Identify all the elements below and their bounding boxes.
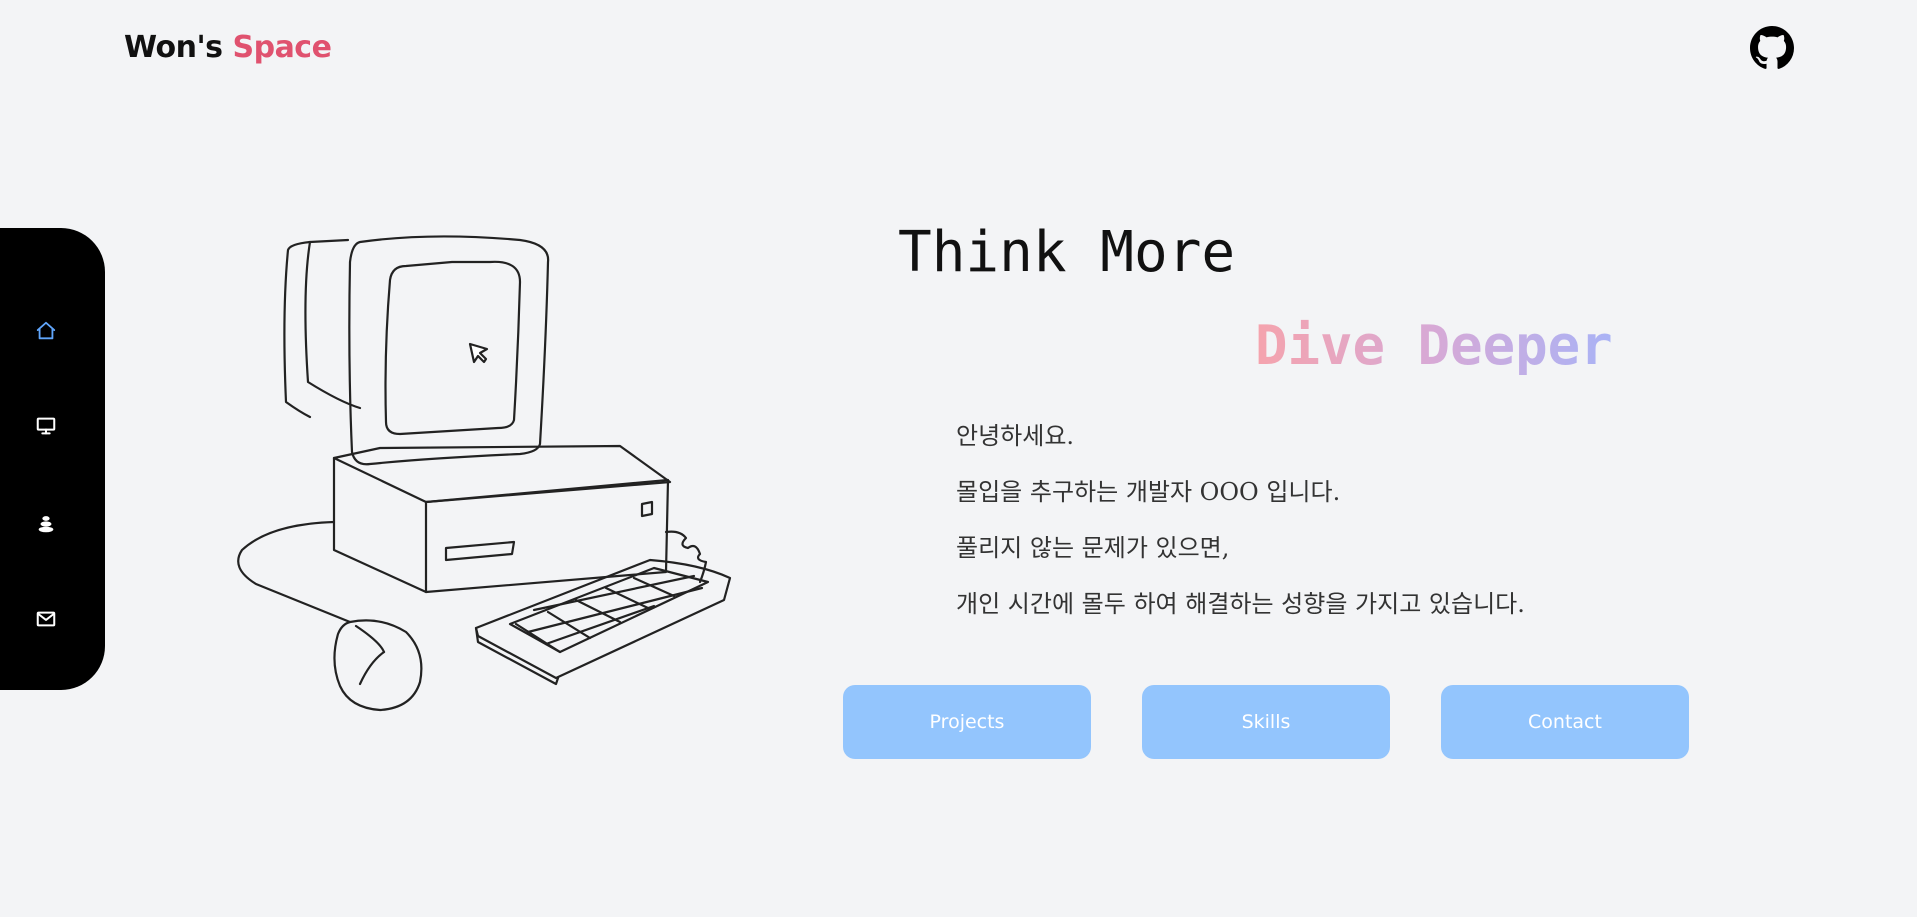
projects-button[interactable]: Projects <box>843 685 1091 759</box>
stack-icon <box>35 513 57 535</box>
github-link[interactable] <box>1750 26 1794 70</box>
skills-button[interactable]: Skills <box>1142 685 1390 759</box>
page: Won's Space Think More Dive Deeper 안녕하세요… <box>0 0 1917 917</box>
home-icon <box>35 320 57 342</box>
monitor-icon <box>35 415 57 437</box>
intro-line: 풀리지 않는 문제가 있으면, <box>956 534 1230 562</box>
sidebar-item-projects[interactable] <box>30 410 62 442</box>
sidebar-nav <box>0 228 105 690</box>
sidebar-item-contact[interactable] <box>30 603 62 635</box>
hero-title: Think More <box>898 220 1236 285</box>
logo-name: Won's <box>124 30 223 65</box>
logo-accent: Space <box>232 30 332 65</box>
sidebar-item-home[interactable] <box>30 315 62 347</box>
retro-computer-illustration <box>230 232 770 712</box>
github-icon <box>1750 26 1794 70</box>
mail-icon <box>35 608 57 630</box>
intro-line: 몰입을 추구하는 개발자 OOO 입니다. <box>956 478 1341 506</box>
contact-button[interactable]: Contact <box>1441 685 1689 759</box>
sidebar-item-skills[interactable] <box>30 508 62 540</box>
site-logo[interactable]: Won's Space <box>124 30 332 65</box>
hero-subtitle: Dive Deeper <box>1255 314 1613 377</box>
intro-line: 안녕하세요. <box>956 422 1075 450</box>
intro-line: 개인 시간에 몰두 하여 해결하는 성향을 가지고 있습니다. <box>956 590 1525 618</box>
intro-text: 안녕하세요. 몰입을 추구하는 개발자 OOO 입니다. 풀리지 않는 문제가 … <box>956 408 1525 632</box>
